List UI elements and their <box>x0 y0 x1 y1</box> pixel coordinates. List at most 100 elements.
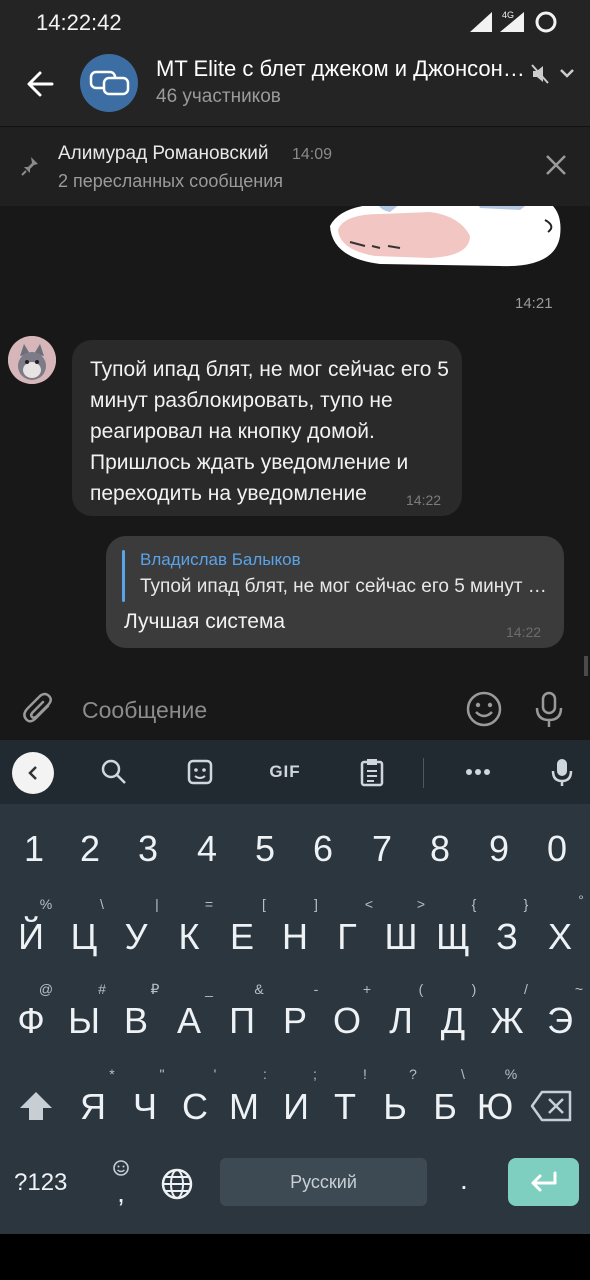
sticker-button[interactable] <box>182 754 218 790</box>
enter-arrow-icon <box>531 1171 556 1192</box>
language-switch-key[interactable] <box>160 1167 194 1201</box>
pinned-message-bar[interactable]: Алимурад Романовский 14:09 2 пересланных… <box>0 126 590 207</box>
enter-key[interactable] <box>508 1158 579 1206</box>
key-hint: ) <box>471 981 477 997</box>
search-icon <box>101 759 126 784</box>
collapse-toolbar-button[interactable] <box>12 752 54 794</box>
chat-title[interactable]: MT Elite с блет джеком и Джонсоном <box>156 56 528 82</box>
key-hint: > <box>416 896 426 912</box>
member-count: 46 участников <box>156 86 281 107</box>
key-hint: } <box>523 896 529 912</box>
arrow-left-icon <box>27 71 54 97</box>
key-hint: ] <box>314 896 318 912</box>
key-letter[interactable]: У <box>107 916 165 958</box>
key-6[interactable]: 6 <box>294 828 352 870</box>
key-hint: ~ <box>574 981 584 997</box>
key-letter[interactable]: Ц <box>55 916 113 958</box>
key-letter[interactable]: Э <box>531 1000 589 1042</box>
key-letter[interactable]: Р <box>266 1000 324 1042</box>
emoji-icon[interactable] <box>465 690 503 728</box>
key-letter[interactable]: Щ <box>424 916 482 958</box>
toolbar-divider <box>423 758 424 788</box>
outgoing-message-bubble[interactable]: Владислав Балыков Тупой ипад блят, не мо… <box>106 536 564 648</box>
reply-author[interactable]: Владислав Балыков <box>140 550 301 570</box>
key-hint: | <box>155 896 159 912</box>
key-letter[interactable]: Й <box>2 916 60 958</box>
key-letter[interactable]: Е <box>213 916 271 958</box>
sticker-icon <box>187 759 213 785</box>
key-letter[interactable]: К <box>160 916 218 958</box>
key-1[interactable]: 1 <box>5 828 63 870</box>
gif-button[interactable]: GIF <box>262 754 308 790</box>
scrollbar[interactable] <box>584 656 588 676</box>
chat-area: 14:21 Тупой ипад блят, не мог сейчас его… <box>0 206 590 680</box>
message-input[interactable] <box>82 690 452 730</box>
key-hint: " <box>159 1066 165 1082</box>
sender-avatar[interactable] <box>8 336 56 384</box>
key-letter[interactable]: Г <box>318 916 376 958</box>
key-letter[interactable]: А <box>160 1000 218 1042</box>
comma-emoji-key[interactable]: , <box>108 1158 134 1207</box>
key-area: 1 2 3 4 5 6 7 8 9 0 % \ | = [ ] < > { } … <box>0 804 590 1234</box>
key-letter[interactable]: Ы <box>55 1000 113 1042</box>
key-letter[interactable]: П <box>213 1000 271 1042</box>
signal-4g-icon <box>500 12 524 32</box>
close-icon <box>546 155 566 175</box>
shift-arrow-icon <box>20 1092 52 1120</box>
reply-quote[interactable]: Тупой ипад блят, не мог сейчас его 5 мин… <box>140 576 552 598</box>
shift-key[interactable] <box>16 1086 56 1126</box>
signal-icon <box>470 12 492 32</box>
key-hint: / <box>524 981 528 997</box>
key-letter[interactable]: Я <box>64 1086 122 1128</box>
message-text: Лучшая система <box>124 610 286 633</box>
key-9[interactable]: 9 <box>470 828 528 870</box>
key-letter[interactable]: З <box>478 916 536 958</box>
chevron-left-icon <box>28 766 37 780</box>
key-7[interactable]: 7 <box>353 828 411 870</box>
paperclip-icon[interactable] <box>22 692 58 728</box>
key-letter[interactable]: М <box>215 1086 273 1128</box>
key-letter[interactable]: Ш <box>372 916 430 958</box>
keyboard-toolbar: GIF <box>0 740 590 804</box>
key-0[interactable]: 0 <box>528 828 586 870</box>
key-letter[interactable]: Ф <box>2 1000 60 1042</box>
search-button[interactable] <box>96 754 132 790</box>
status-bar: 14:22:42 4G <box>0 0 590 46</box>
more-options-button[interactable] <box>460 754 496 790</box>
key-hint: # <box>98 981 106 997</box>
voice-input-button[interactable] <box>546 754 578 790</box>
key-2[interactable]: 2 <box>61 828 119 870</box>
message-bubble[interactable]: Тупой ипад блят, не мог сейчас его 5 мин… <box>72 340 462 516</box>
key-letter[interactable]: Ж <box>478 1000 536 1042</box>
key-letter[interactable]: Х <box>531 916 589 958</box>
message-text: Тупой ипад блят, не мог сейчас его 5 мин… <box>90 358 449 505</box>
sticker-image[interactable] <box>320 206 580 282</box>
sticker-time: 14:21 <box>515 295 553 312</box>
backspace-key[interactable] <box>530 1088 574 1124</box>
key-letter[interactable]: Л <box>372 1000 430 1042</box>
space-key[interactable]: Русский <box>220 1158 427 1206</box>
key-letter[interactable]: Н <box>266 916 324 958</box>
muted-speaker-icon <box>531 64 549 84</box>
close-pinned-button[interactable] <box>540 149 572 181</box>
key-letter[interactable]: Ю <box>466 1086 524 1128</box>
microphone-icon[interactable] <box>532 690 566 730</box>
key-letter[interactable]: В <box>107 1000 165 1042</box>
key-hint: ( <box>418 981 424 997</box>
key-3[interactable]: 3 <box>119 828 177 870</box>
symbols-key[interactable]: ?123 <box>14 1169 67 1197</box>
key-letter[interactable]: Д <box>424 1000 482 1042</box>
group-avatar[interactable] <box>80 54 138 112</box>
key-8[interactable]: 8 <box>411 828 469 870</box>
clipboard-button[interactable] <box>354 754 390 790</box>
pinned-author: Алимурад Романовский <box>58 143 269 164</box>
more-dots-icon <box>466 769 490 775</box>
key-5[interactable]: 5 <box>236 828 294 870</box>
key-letter[interactable]: О <box>318 1000 376 1042</box>
microphone-icon <box>551 759 573 786</box>
back-button[interactable] <box>20 64 64 104</box>
chevron-down-icon[interactable] <box>558 66 576 80</box>
period-key[interactable]: . <box>460 1164 480 1196</box>
key-4[interactable]: 4 <box>178 828 236 870</box>
system-nav-bar <box>0 1234 590 1280</box>
